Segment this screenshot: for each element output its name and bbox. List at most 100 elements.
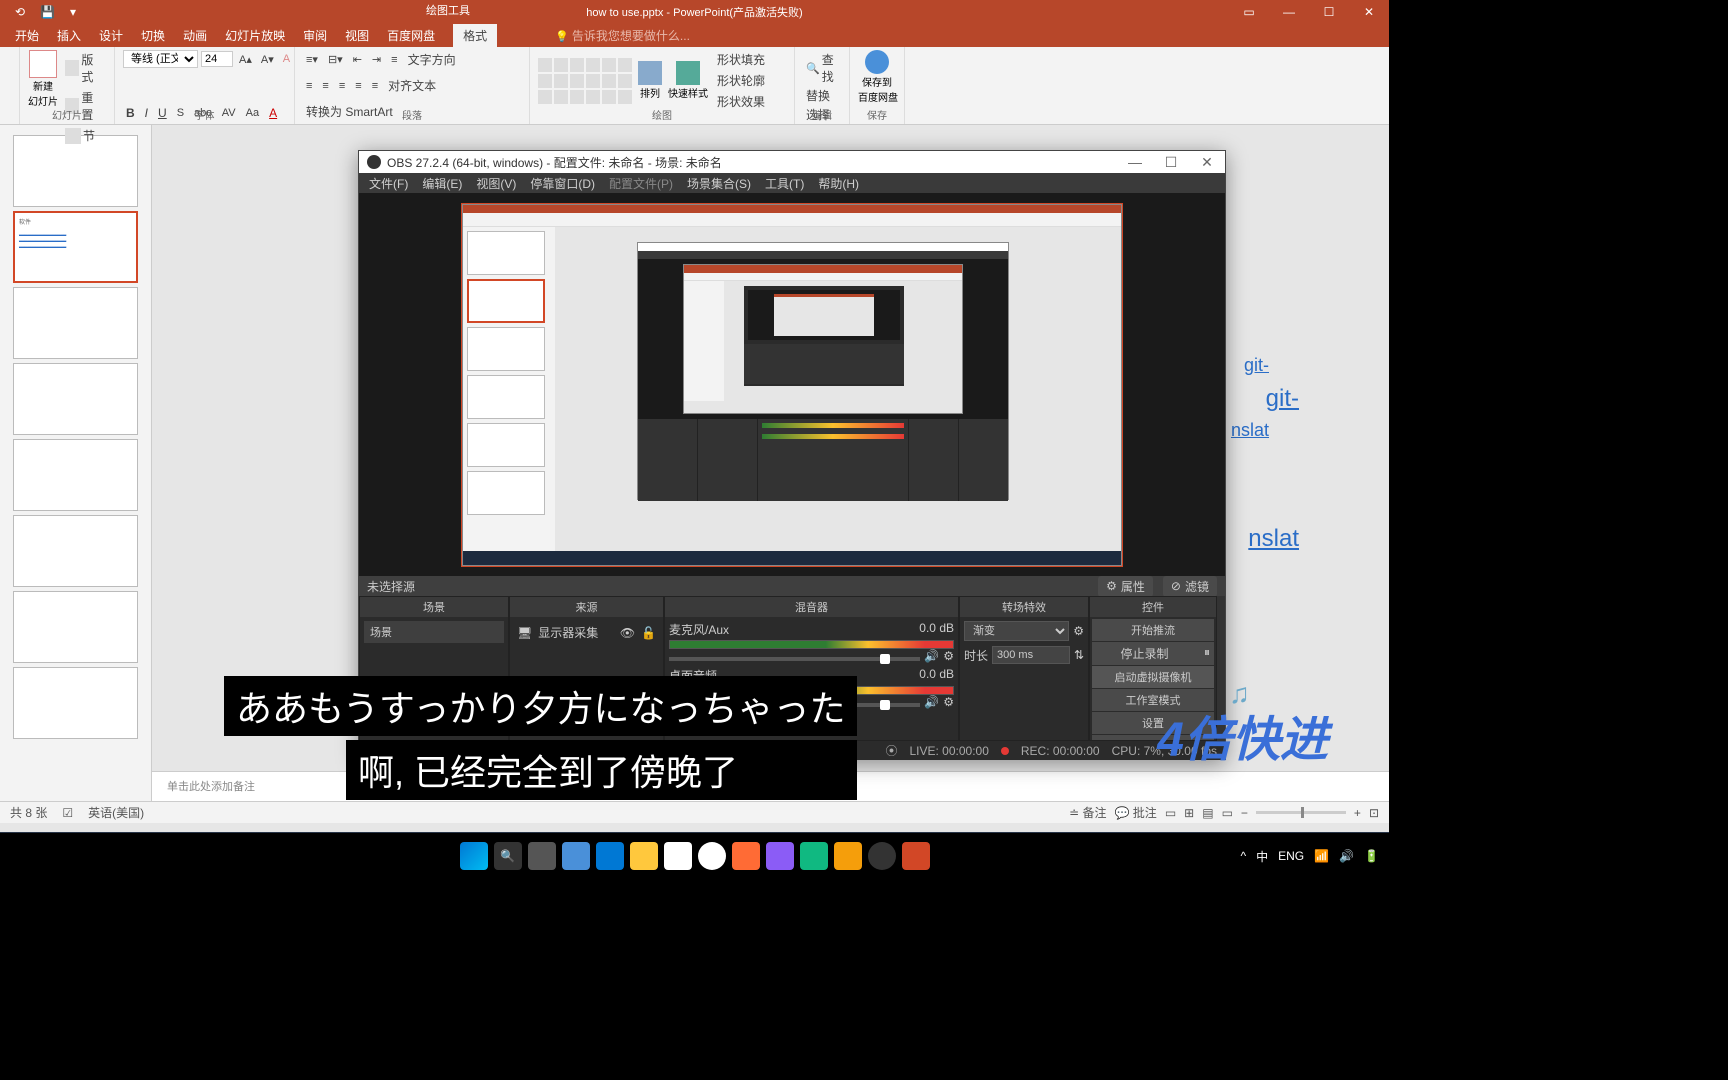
slide-thumbnails[interactable]: 软件 _________________ _________________ _… xyxy=(0,125,152,801)
app-icon-4[interactable] xyxy=(834,842,862,870)
menu-scenes[interactable]: 场景集合(S) xyxy=(687,175,751,192)
align-text-button[interactable]: 对齐文本 xyxy=(385,76,439,95)
scene-item[interactable]: 场景 xyxy=(364,621,504,643)
thumbnail-6[interactable] xyxy=(13,515,138,587)
language-status[interactable]: 英语(美国) xyxy=(88,804,144,821)
thumbnail-8[interactable] xyxy=(13,667,138,739)
autosave-icon[interactable]: ⟲ xyxy=(15,5,25,19)
desktop-settings-icon[interactable]: ⚙ xyxy=(943,695,954,709)
find-button[interactable]: 🔍查找 xyxy=(803,50,841,86)
font-size-input[interactable] xyxy=(201,51,233,67)
obs-preview[interactable] xyxy=(359,193,1225,576)
menu-view[interactable]: 视图(V) xyxy=(476,175,516,192)
obs-minimize-icon[interactable]: — xyxy=(1117,154,1153,171)
line-spacing-button[interactable]: ≡ xyxy=(388,50,400,69)
sorter-view-icon[interactable]: ⊞ xyxy=(1184,806,1194,820)
clear-format-icon[interactable]: A xyxy=(280,52,293,66)
minimize-icon[interactable]: — xyxy=(1269,5,1309,19)
zoom-slider[interactable] xyxy=(1256,811,1346,814)
desktop-mute-icon[interactable]: 🔊 xyxy=(924,695,939,709)
tab-view[interactable]: 视图 xyxy=(345,27,369,44)
maximize-icon[interactable]: ☐ xyxy=(1309,5,1349,19)
zoom-in-icon[interactable]: + xyxy=(1354,806,1361,820)
app-icon-3[interactable] xyxy=(800,842,828,870)
thumbnail-5[interactable] xyxy=(13,439,138,511)
save-icon[interactable]: 💾 xyxy=(40,5,55,19)
menu-file[interactable]: 文件(F) xyxy=(369,175,408,192)
slide-link-2[interactable]: git- xyxy=(1266,385,1299,413)
start-stream-button[interactable]: 开始推流 xyxy=(1092,619,1214,641)
task-view-icon[interactable] xyxy=(528,842,556,870)
filters-button[interactable]: ⊘ 滤镜 xyxy=(1163,576,1217,597)
language-indicator[interactable]: ENG xyxy=(1278,849,1304,863)
duration-stepper[interactable]: ⇅ xyxy=(1074,648,1084,662)
align-left-button[interactable]: ≡ xyxy=(303,76,315,95)
edge-icon[interactable] xyxy=(596,842,624,870)
widgets-icon[interactable] xyxy=(562,842,590,870)
normal-view-icon[interactable]: ▭ xyxy=(1165,806,1176,820)
comments-toggle[interactable]: 💬 批注 xyxy=(1115,804,1157,821)
tab-transitions[interactable]: 切换 xyxy=(141,27,165,44)
align-center-button[interactable]: ≡ xyxy=(319,76,331,95)
arrange-icon[interactable] xyxy=(638,61,662,85)
volume-icon[interactable]: 🔊 xyxy=(1339,849,1354,863)
shape-fill-button[interactable]: 形状填充 xyxy=(714,50,768,69)
virtual-cam-button[interactable]: 启动虚拟摄像机 xyxy=(1092,666,1214,688)
tab-format[interactable]: 格式 xyxy=(453,24,497,47)
store-icon[interactable] xyxy=(664,842,692,870)
tab-slideshow[interactable]: 幻灯片放映 xyxy=(225,27,285,44)
tab-home[interactable]: 开始 xyxy=(15,27,39,44)
battery-icon[interactable]: 🔋 xyxy=(1364,849,1379,863)
shapes-gallery[interactable] xyxy=(538,58,632,104)
source-item[interactable]: 🖥 显示器采集 👁 🔓 xyxy=(514,621,659,644)
menu-profile[interactable]: 配置文件(P) xyxy=(609,175,673,192)
pause-icon[interactable]: ⏸ xyxy=(1204,645,1210,660)
obs-taskbar-icon[interactable] xyxy=(868,842,896,870)
visibility-icon[interactable]: 👁 xyxy=(620,626,635,640)
quickstyle-icon[interactable] xyxy=(676,61,700,85)
columns-button[interactable]: ≡ xyxy=(369,76,381,95)
new-slide-label[interactable]: 新建 幻灯片 xyxy=(28,78,58,108)
start-button[interactable] xyxy=(460,842,488,870)
menu-edit[interactable]: 编辑(E) xyxy=(422,175,462,192)
transition-select[interactable]: 渐变 xyxy=(964,621,1069,641)
section-button[interactable]: 节 xyxy=(62,126,106,145)
wifi-icon[interactable]: 📶 xyxy=(1314,849,1329,863)
thumbnail-2[interactable]: 软件 _________________ _________________ _… xyxy=(13,211,138,283)
tab-baidu[interactable]: 百度网盘 xyxy=(387,27,435,44)
obs-maximize-icon[interactable]: ☐ xyxy=(1153,154,1189,171)
transition-settings-icon[interactable]: ⚙ xyxy=(1073,624,1084,638)
tell-me-search[interactable]: 💡 告诉我您想要做什么... xyxy=(555,27,690,44)
chrome-icon[interactable] xyxy=(698,842,726,870)
tab-animations[interactable]: 动画 xyxy=(183,27,207,44)
stop-recording-button[interactable]: 停止录制⏸ xyxy=(1092,642,1214,665)
baidu-save-icon[interactable] xyxy=(865,50,889,74)
slide-link-3[interactable]: nslat xyxy=(1231,420,1269,441)
tab-insert[interactable]: 插入 xyxy=(57,27,81,44)
qat-dropdown-icon[interactable]: ▾ xyxy=(70,5,76,19)
decrease-font-icon[interactable]: A▾ xyxy=(258,52,277,67)
new-slide-icon[interactable] xyxy=(29,50,57,78)
tray-chevron-icon[interactable]: ^ xyxy=(1240,849,1246,863)
reading-view-icon[interactable]: ▤ xyxy=(1202,806,1213,820)
replace-button[interactable]: 替换 xyxy=(803,86,841,105)
search-icon[interactable]: 🔍 xyxy=(494,842,522,870)
increase-font-icon[interactable]: A▴ xyxy=(236,52,255,67)
obs-close-icon[interactable]: ✕ xyxy=(1189,154,1225,171)
ime-indicator[interactable]: 中 xyxy=(1256,848,1268,865)
lock-icon[interactable]: 🔓 xyxy=(641,626,656,640)
explorer-icon[interactable] xyxy=(630,842,658,870)
zoom-out-icon[interactable]: − xyxy=(1241,806,1248,820)
text-direction-button[interactable]: 文字方向 xyxy=(405,50,459,69)
spell-check-icon[interactable]: ☑ xyxy=(62,806,73,820)
mic-settings-icon[interactable]: ⚙ xyxy=(943,649,954,663)
align-right-button[interactable]: ≡ xyxy=(336,76,348,95)
slide-link-1[interactable]: git- xyxy=(1244,355,1269,376)
obs-titlebar[interactable]: OBS 27.2.4 (64-bit, windows) - 配置文件: 未命名… xyxy=(359,151,1225,173)
shape-outline-button[interactable]: 形状轮廓 xyxy=(714,71,768,90)
mic-volume-slider[interactable] xyxy=(669,657,920,661)
font-family-select[interactable]: 等线 (正文) xyxy=(123,50,198,68)
tab-design[interactable]: 设计 xyxy=(99,27,123,44)
mic-mute-icon[interactable]: 🔊 xyxy=(924,649,939,663)
app-icon-1[interactable] xyxy=(732,842,760,870)
